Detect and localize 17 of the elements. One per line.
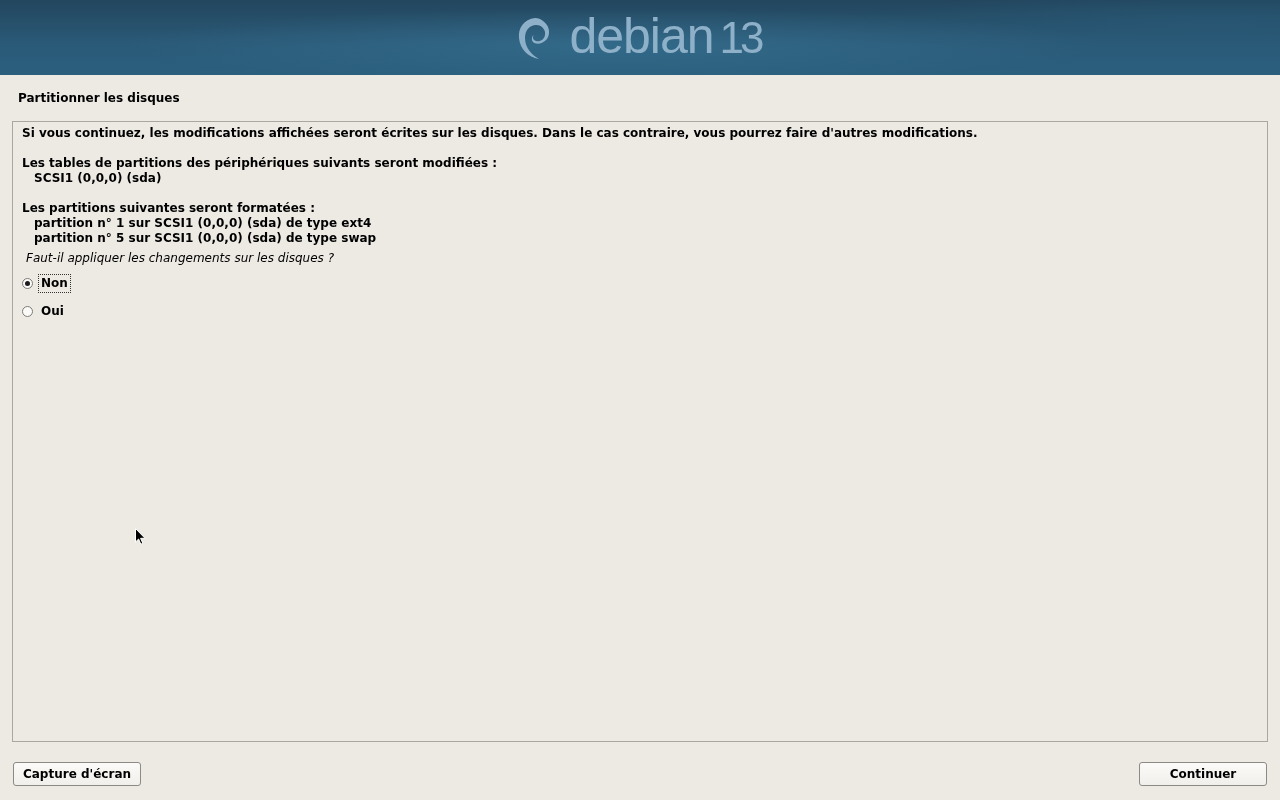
section-heading: Les partitions suivantes seront formatées : [22,201,315,216]
option-label[interactable]: Non [39,275,70,292]
logo-version: 13 [719,15,763,60]
option-label[interactable]: Oui [39,303,66,320]
page-title: Partitionner les disques [18,90,180,106]
radio-button[interactable] [22,278,33,289]
logo-wordmark: debian [569,10,714,61]
section-heading: Les tables de partitions des périphériques suivants seront modifiées : [22,156,498,171]
intro-text: Si vous continuez, les modifications affichées seront écrites sur les disques. Dans le cas contraire, vous pourrez faire d'autres modifications. [22,126,979,141]
radio-button[interactable] [22,306,33,317]
device-item: SCSI1 (0,0,0) (sda) [33,171,162,186]
screenshot-button[interactable]: Capture d'écran [13,762,141,786]
question-text: Faut-il appliquer les changements sur les disques ? [25,251,334,266]
device-item: partition n° 5 sur SCSI1 (0,0,0) (sda) de type swap [33,231,377,246]
continue-button[interactable]: Continuer [1139,762,1267,786]
mouse-pointer-icon [135,528,146,545]
device-item: partition n° 1 sur SCSI1 (0,0,0) (sda) de type ext4 [33,216,372,231]
